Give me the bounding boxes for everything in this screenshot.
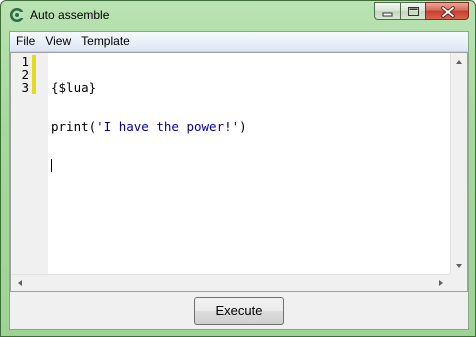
cheat-engine-icon bbox=[10, 8, 25, 22]
scrollbar-corner bbox=[450, 274, 467, 291]
menu-template[interactable]: Template bbox=[76, 32, 135, 51]
code-line-2-text: print('I have the power!') bbox=[51, 119, 247, 134]
menu-file[interactable]: File bbox=[10, 32, 40, 51]
editor-gutter: 1 2 3 bbox=[11, 53, 48, 275]
execute-button[interactable]: Execute bbox=[194, 297, 284, 325]
line-number: 3 bbox=[21, 80, 29, 95]
text-caret bbox=[51, 159, 52, 172]
close-button[interactable] bbox=[425, 2, 469, 20]
code-line-2: print('I have the power!') bbox=[51, 120, 247, 133]
horizontal-scrollbar[interactable] bbox=[11, 274, 450, 291]
button-panel: Execute bbox=[10, 292, 468, 329]
window-title: Auto assemble bbox=[30, 8, 110, 22]
title-bar[interactable]: Auto assemble bbox=[1, 1, 475, 31]
code-line-3 bbox=[51, 159, 247, 172]
scroll-up-icon[interactable] bbox=[456, 60, 462, 64]
caption-buttons bbox=[374, 2, 469, 20]
minimize-button[interactable] bbox=[374, 2, 400, 20]
auto-assemble-window: Auto assemble File View Template 1 2 3 {… bbox=[0, 0, 476, 337]
close-icon bbox=[441, 6, 455, 18]
vertical-scrollbar[interactable] bbox=[450, 53, 467, 275]
scroll-right-icon[interactable] bbox=[439, 280, 443, 286]
client-area: File View Template 1 2 3 {$lua} print('I… bbox=[9, 31, 469, 330]
scroll-left-icon[interactable] bbox=[18, 280, 22, 286]
scroll-down-icon[interactable] bbox=[456, 264, 462, 268]
modified-lines-marker bbox=[32, 55, 36, 94]
maximize-button[interactable] bbox=[400, 2, 425, 20]
code-line-1: {$lua} bbox=[51, 80, 97, 95]
line-numbers: 1 2 3 bbox=[11, 53, 29, 94]
code-text[interactable]: {$lua} print('I have the power!') bbox=[51, 53, 247, 198]
maximize-icon bbox=[408, 7, 419, 16]
menu-view[interactable]: View bbox=[40, 32, 76, 51]
menu-bar: File View Template bbox=[10, 32, 468, 52]
minimize-icon bbox=[382, 12, 393, 17]
code-editor[interactable]: 1 2 3 {$lua} print('I have the power!') bbox=[10, 52, 468, 292]
